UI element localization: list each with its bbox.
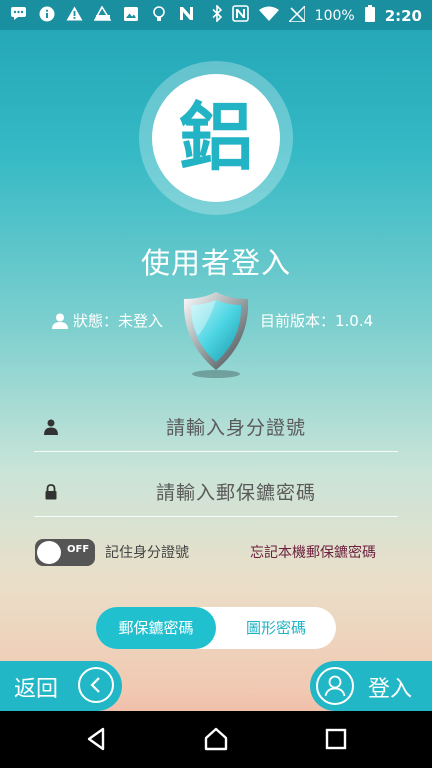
login-status-text: 狀態：未登入: [73, 312, 164, 330]
remember-label: 記住身分證號: [105, 545, 189, 561]
wifi-icon: [258, 6, 279, 25]
login-button[interactable]: 登入: [310, 661, 432, 711]
toggle-state: OFF: [67, 544, 90, 555]
version-text: 目前版本：1.0.4: [260, 312, 374, 330]
remember-toggle[interactable]: OFF: [35, 539, 95, 566]
back-nav-icon[interactable]: [84, 726, 110, 752]
home-nav-icon[interactable]: [203, 726, 229, 752]
cards-icon: [93, 5, 112, 23]
navigation-bar: [0, 711, 432, 768]
warning-icon: [66, 6, 83, 23]
info-icon: [38, 6, 55, 23]
logo-glyph: 鋁: [179, 95, 253, 181]
tab-mail-password[interactable]: 郵保鑣密碼: [96, 607, 216, 649]
login-label: 登入: [368, 677, 413, 702]
person-icon: [52, 313, 68, 329]
id-field: [34, 401, 398, 452]
user-icon: [316, 667, 354, 705]
status-bar: 100% 2:20: [0, 0, 432, 30]
nfc-icon: [231, 5, 249, 26]
id-input[interactable]: [74, 409, 398, 447]
recents-nav-icon[interactable]: [323, 726, 349, 752]
password-input[interactable]: [74, 474, 398, 512]
no-signal-icon: [286, 3, 306, 26]
forgot-password-link[interactable]: 忘記本機郵保鑣密碼: [250, 542, 376, 562]
n-icon: [178, 6, 195, 23]
login-screen: 100% 2:20 鋁 使用者登入 狀態：未登入 目前版本：1.0.4 請輸入身…: [0, 0, 432, 768]
battery-text: 100%: [314, 7, 355, 24]
lock-icon: [45, 484, 57, 500]
version-info: 目前版本：1.0.4: [260, 310, 373, 331]
clock: 2:20: [384, 6, 422, 25]
bluetooth-icon: [212, 4, 222, 26]
shield-icon: [183, 292, 249, 378]
password-mode-switch: 郵保鑣密碼 圖形密碼: [96, 607, 336, 649]
chevron-left-icon: [78, 667, 114, 703]
back-label: 返回: [14, 677, 59, 702]
password-field: [34, 466, 398, 517]
image-icon: [122, 6, 139, 23]
tab-pattern-password[interactable]: 圖形密碼: [216, 607, 336, 649]
person-icon: [44, 419, 58, 435]
message-icon: [10, 6, 27, 23]
bulb-icon: [150, 6, 167, 23]
toggle-knob: [37, 541, 61, 564]
page-title: 使用者登入: [140, 246, 291, 280]
battery-icon: [364, 5, 375, 26]
back-button[interactable]: 返回: [0, 661, 122, 711]
login-status: 狀態：未登入: [52, 310, 163, 331]
